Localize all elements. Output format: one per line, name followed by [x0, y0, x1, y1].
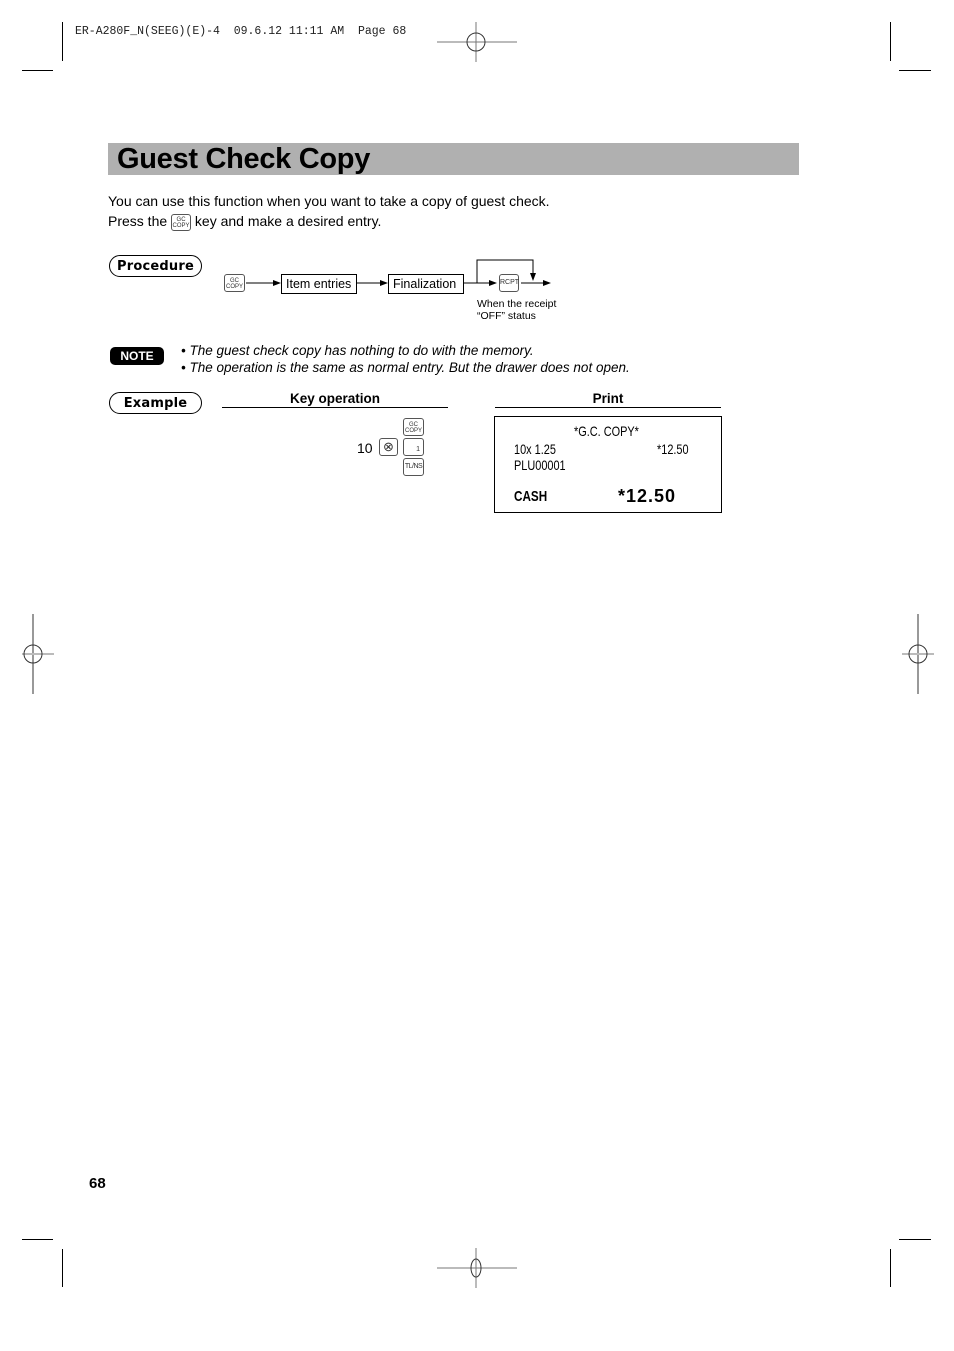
- arrowhead: [530, 273, 536, 281]
- rcpt-note-line-2: “OFF” status: [477, 310, 536, 322]
- step-item-entries: Item entries: [281, 274, 357, 294]
- crop-mark: [22, 1239, 53, 1240]
- print-slug: ER-A280F_N(SEEG)(E)-4 09.6.12 11:11 AM P…: [75, 25, 407, 38]
- key-bottom-label: COPY: [404, 428, 422, 434]
- crop-mark: [62, 1249, 63, 1287]
- crop-mark: [22, 70, 53, 71]
- intro-line-2: Press the GC COPY key and make a desired…: [108, 211, 381, 231]
- receipt-total-label: CASH: [514, 488, 548, 505]
- total-key-icon: TL/NS: [403, 458, 424, 476]
- crop-mark: [890, 1249, 891, 1287]
- page-title-bar: Guest Check Copy: [108, 143, 799, 175]
- registration-mark-left: [22, 614, 54, 694]
- registration-mark-bottom: [437, 1248, 517, 1288]
- gc-copy-key-icon: GC COPY: [224, 274, 245, 292]
- arrowhead: [543, 280, 551, 286]
- quantity-entry: 10: [357, 440, 373, 456]
- intro-text-before: Press the: [108, 213, 168, 229]
- receipt-print: *G.C. COPY* 10x 1.25 *12.50 PLU00001 CAS…: [494, 416, 722, 513]
- intro-line-1: You can use this function when you want …: [108, 193, 550, 209]
- print-heading: Print: [592, 391, 624, 406]
- registration-mark-top: [437, 22, 517, 62]
- crop-mark: [890, 22, 891, 61]
- rcpt-note-line-1: When the receipt: [477, 298, 557, 310]
- procedure-label: Procedure: [109, 255, 202, 277]
- arrowhead: [489, 280, 497, 286]
- key-bottom-label: COPY: [172, 222, 190, 229]
- receipt-line-amount: *12.50: [657, 441, 689, 457]
- page-number: 68: [89, 1175, 106, 1192]
- key-operation-heading: Key operation: [289, 391, 381, 406]
- key-operation-underline: [222, 407, 448, 408]
- page-title: Guest Check Copy: [117, 143, 371, 175]
- arrowhead: [273, 280, 281, 286]
- multiply-key-icon: ⊗: [379, 438, 398, 456]
- example-label: Example: [109, 392, 202, 414]
- plu-key-icon: 1: [403, 438, 424, 456]
- registration-mark-right: [902, 614, 934, 694]
- crop-mark: [899, 1239, 931, 1240]
- step-finalization: Finalization: [388, 274, 464, 294]
- arrowhead: [380, 280, 388, 286]
- receipt-qty-line: 10x 1.25: [514, 441, 556, 457]
- receipt-header: *G.C. COPY*: [574, 423, 639, 439]
- note-badge: NOTE: [110, 347, 164, 365]
- print-underline: [495, 407, 721, 408]
- crop-mark: [62, 22, 63, 61]
- gc-copy-key-icon: GC COPY: [403, 418, 424, 436]
- crop-mark: [899, 70, 931, 71]
- receipt-total-value: *12.50: [618, 486, 677, 506]
- receipt-plu-line: PLU00001: [514, 457, 566, 473]
- plu-key-label: 1: [416, 446, 420, 453]
- gc-copy-key-icon: GC COPY: [171, 213, 192, 231]
- intro-text-after: key and make a desired entry.: [194, 213, 382, 229]
- key-bottom-label: COPY: [225, 284, 243, 290]
- note-item-1: • The guest check copy has nothing to do…: [181, 343, 534, 358]
- rcpt-key-icon: RCPT: [499, 274, 519, 292]
- note-item-2: • The operation is the same as normal en…: [181, 360, 630, 375]
